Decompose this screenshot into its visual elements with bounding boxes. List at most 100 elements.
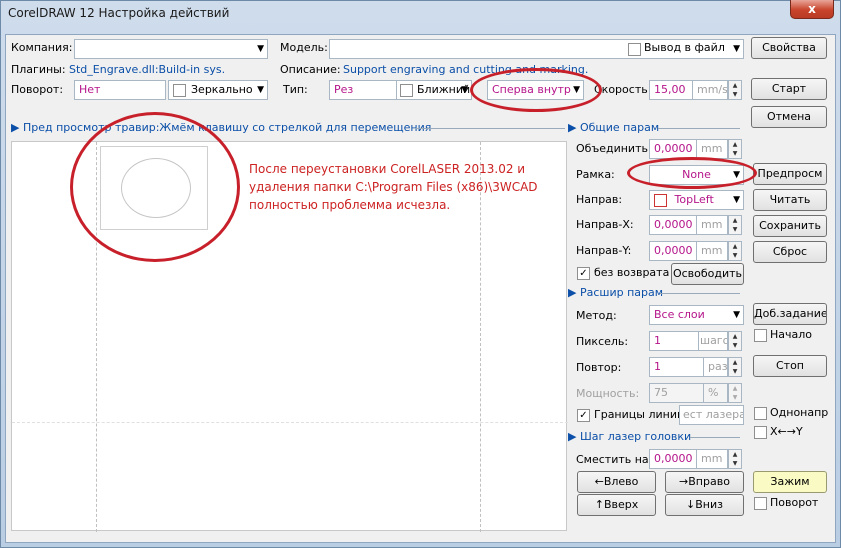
save-button[interactable]: Сохранить [753,215,827,237]
merge-unit: mm [701,142,723,155]
preview-group: ▶ Пред просмотр травир:Жмём клавишу со с… [11,121,566,134]
no-return-checkbox[interactable]: ✓ [577,267,590,280]
company-label: Компания: [11,41,73,54]
clamp-button[interactable]: Зажим [753,471,827,493]
step-title: Шаг лазер головки [579,430,692,443]
move-left-button[interactable]: ←Влево [577,471,656,493]
dirx-unit-box: mm [696,215,728,235]
borders-field[interactable]: ест лазера [679,405,744,425]
merge-unit-box: mm [696,139,728,159]
company-select[interactable]: ▼ [74,39,268,59]
dirx-spinner[interactable]: ▲ ▼ [728,215,742,235]
shift-spinner[interactable]: ▲ ▼ [728,449,742,469]
type-value: Рез [334,83,354,96]
borders-checkbox[interactable]: ✓ [577,409,590,422]
reset-button[interactable]: Сброс [753,241,827,263]
add-task-button[interactable]: Доб.задание [753,303,827,325]
mirror-checkbox[interactable] [173,84,186,97]
output-to-file-label: Вывод в файл [644,41,725,54]
xy-checkbox[interactable] [754,426,767,439]
annotation-ellipse [70,112,240,262]
shift-unit-box: mm [696,449,728,469]
preview-header: Пред просмотр травир:Жмём клавишу со стр… [22,121,432,134]
chevron-down-icon: ▼ [733,310,740,320]
power-spinner: ▲ ▼ [728,383,742,403]
diry-value: 0,0000 [654,244,693,257]
nearest-checkbox[interactable] [400,84,413,97]
close-button[interactable]: x [790,0,834,19]
rotate-label: Поворот: [11,83,64,96]
pixel-spinner[interactable]: ▲ ▼ [728,331,742,351]
step-group: ▶ Шаг лазер головки [568,430,743,443]
repeat-input[interactable]: 1 [649,357,704,377]
triangle-right-icon: ▶ [568,121,577,134]
merge-label: Объединить: [576,142,652,155]
one-dir-checkbox[interactable] [754,407,767,420]
diry-label: Направ-Y: [576,244,632,257]
diry-spinner[interactable]: ▲ ▼ [728,241,742,261]
pixel-unit-box: шагов [698,331,728,351]
chevron-down-icon: ▼ [733,195,740,205]
move-down-button[interactable]: ↓Вниз [665,494,744,516]
release-button[interactable]: Освободить [671,263,744,285]
stop-button[interactable]: Стоп [753,355,827,377]
method-select[interactable]: Все слои ▼ [649,305,744,325]
rotate-field[interactable]: Нет [74,80,166,100]
shift-unit: mm [701,452,723,465]
one-dir-label: Однонапр [770,406,829,419]
guide-line-horizontal [12,422,568,423]
dialog-client: Компания: ▼ Модель: ▼ Вывод в файл Свойс… [5,34,836,543]
properties-button[interactable]: Свойства [751,37,827,59]
borders-label: Границы линии [594,408,685,421]
dirx-input[interactable]: 0,0000 [649,215,697,235]
extended-title: Расшир парам [579,286,664,299]
method-label: Метод: [576,309,617,322]
description-label: Описание: [280,63,341,76]
dir-value: TopLeft [674,193,714,206]
annotation-note: После переустановки CorelLASER 2013.02 и… [249,162,538,212]
shift-value: 0,0000 [654,452,693,465]
start-button[interactable]: Старт [751,78,827,100]
dir-select[interactable]: TopLeft ▼ [649,190,744,210]
start-checkbox[interactable] [754,329,767,342]
output-to-file-checkbox[interactable] [628,43,641,56]
move-right-button[interactable]: →Вправо [665,471,744,493]
triangle-right-icon: ▶ [568,286,577,299]
dir-checkbox[interactable] [654,193,667,207]
chevron-down-icon: ▼ [257,44,264,54]
nearest-select[interactable]: Ближний ▼ [396,80,472,100]
shift-label: Сместить на: [576,453,653,466]
plugins-value: Std_Engrave.dll:Build-in sys. [69,63,226,76]
read-button[interactable]: Читать [753,189,827,211]
move-up-button[interactable]: ↑Вверх [577,494,656,516]
rotate-checkbox[interactable] [754,497,767,510]
dirx-label: Направ-X: [576,218,634,231]
start-check-label: Начало [770,328,813,341]
chevron-down-icon: ▼ [733,44,740,54]
merge-spinner[interactable]: ▲ ▼ [728,139,742,159]
chevron-down-icon: ▼ [257,85,264,95]
frame-label: Рамка: [576,168,615,181]
speed-unit: mm/s [697,83,728,96]
speed-unit-box: mm/s [692,80,728,100]
repeat-label: Повтор: [576,361,622,374]
pixel-input[interactable]: 1 [649,331,699,351]
speed-value: 15,00 [654,83,686,96]
repeat-spinner[interactable]: ▲ ▼ [728,357,742,377]
annotation-ellipse [627,157,757,189]
shift-input[interactable]: 0,0000 [649,449,697,469]
type-field[interactable]: Рез [329,80,401,100]
diry-input[interactable]: 0,0000 [649,241,697,261]
mirror-select[interactable]: Зеркально ▼ [168,80,268,100]
merge-value: 0,0000 [654,142,693,155]
preview-button[interactable]: Предпросм [753,163,827,185]
speed-spinner[interactable]: ▲ ▼ [728,80,742,100]
speed-input[interactable]: 15,00 [649,80,693,100]
general-group: ▶ Общие парам [568,121,743,134]
merge-input[interactable]: 0,0000 [649,139,697,159]
type-label: Тип: [283,83,308,96]
dir-label: Направ: [576,193,623,206]
divider [415,128,565,129]
power-unit: % [708,386,719,399]
cancel-button[interactable]: Отмена [751,106,827,128]
